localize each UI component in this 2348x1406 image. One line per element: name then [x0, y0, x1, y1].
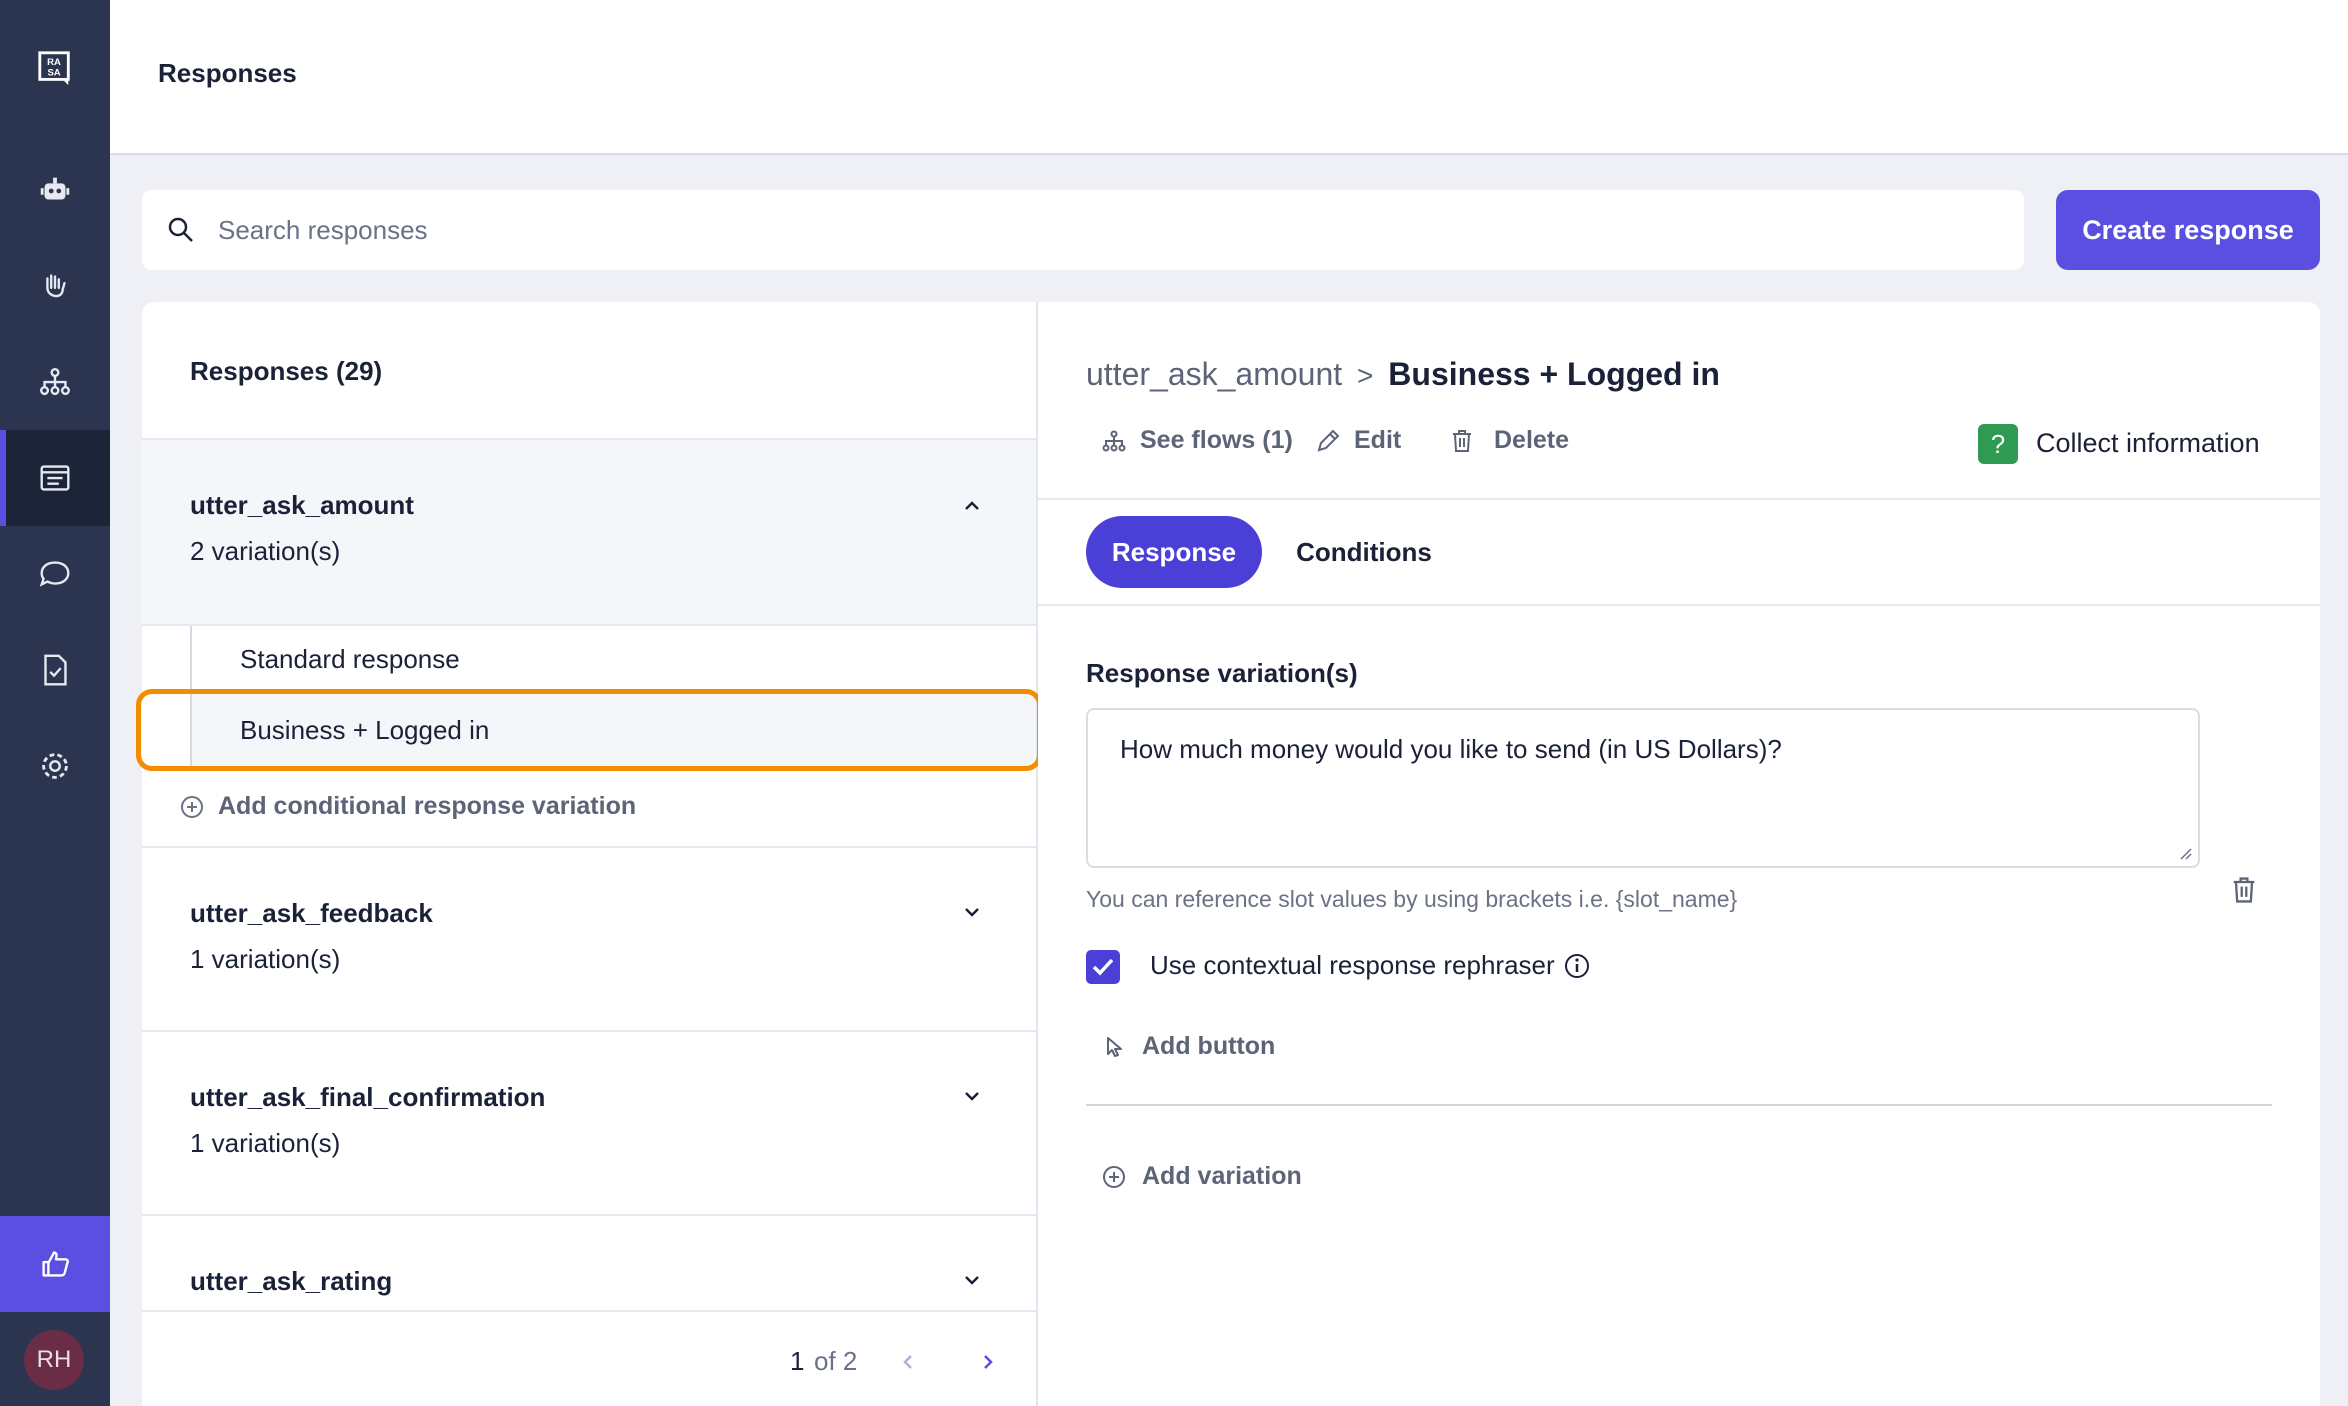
rasa-logo-icon: RA SA	[38, 51, 70, 86]
flows-icon	[1102, 430, 1126, 451]
collect-information-label: Collect information	[2036, 428, 2260, 458]
page-title: Responses	[158, 58, 297, 88]
response-detail-panel: utter_ask_amount > Business + Logged in …	[1038, 302, 2320, 1406]
chevron-right-icon[interactable]	[974, 1348, 1002, 1376]
rasa-logo[interactable]: RA SA	[0, 20, 110, 116]
sidebar: RA SA RH	[0, 0, 110, 1406]
response-name: utter_ask_final_confirmation	[190, 1082, 546, 1112]
check-icon	[1092, 958, 1114, 976]
add-button-label: Add button	[1142, 1032, 1276, 1060]
add-variation-link[interactable]: Add variation	[1100, 1162, 1302, 1191]
see-flows-label: See flows (1)	[1140, 426, 1293, 454]
trash-icon[interactable]	[2228, 874, 2260, 906]
edit-button[interactable]: Edit	[1314, 426, 1401, 455]
plus-circle-icon	[181, 795, 203, 818]
nav-tests[interactable]	[0, 622, 110, 718]
response-name: utter_ask_feedback	[190, 898, 433, 928]
list-heading: Responses (29)	[190, 356, 383, 386]
header	[110, 0, 2348, 155]
breadcrumb-parent[interactable]: utter_ask_amount	[1086, 356, 1342, 392]
svg-text:RA: RA	[47, 57, 61, 68]
nav-assistant[interactable]	[0, 142, 110, 238]
page-total: of 2	[814, 1346, 858, 1376]
response-textarea[interactable]: How much money would you like to send (i…	[1086, 708, 2200, 868]
chevron-left-icon[interactable]	[894, 1348, 922, 1376]
edit-label: Edit	[1354, 426, 1402, 454]
nav-responses[interactable]	[0, 430, 110, 526]
add-variation-label: Add variation	[1142, 1162, 1302, 1190]
delete-label: Delete	[1494, 426, 1570, 454]
svg-text:SA: SA	[47, 68, 60, 79]
chevron-up-icon[interactable]	[958, 492, 986, 520]
chevron-down-icon[interactable]	[958, 1266, 986, 1294]
pagination: 1 of 2	[142, 1310, 1036, 1406]
pencil-icon	[1317, 429, 1340, 451]
list-item[interactable]: utter_ask_final_confirmation 1 variation…	[142, 1032, 1036, 1214]
variation-count: 1 variation(s)	[190, 1128, 341, 1158]
hand-wave-icon	[46, 274, 66, 298]
cursor-pointer-icon	[1107, 1036, 1122, 1057]
chat-bubble-icon	[39, 561, 70, 587]
responses-icon	[40, 465, 70, 491]
chevron-down-icon[interactable]	[958, 898, 986, 926]
search-bar	[142, 190, 2024, 270]
create-response-button[interactable]: Create response	[2056, 190, 2320, 270]
plus-circle-icon	[1103, 1165, 1125, 1188]
nav-flows[interactable]	[0, 334, 110, 430]
breadcrumb: utter_ask_amount > Business + Logged in	[1086, 356, 1720, 393]
add-conditional-variation-link[interactable]: Add conditional response variation	[178, 792, 636, 821]
response-name: utter_ask_rating	[190, 1266, 393, 1296]
feedback-button[interactable]	[0, 1216, 110, 1312]
rephraser-label: Use contextual response rephraser	[1150, 950, 1555, 980]
list-item[interactable]: utter_ask_rating	[142, 1216, 1036, 1312]
delete-button[interactable]: Delete	[1448, 426, 1569, 455]
see-flows-button[interactable]: See flows (1)	[1100, 426, 1293, 455]
variation-count: 1 variation(s)	[190, 944, 341, 974]
gear-icon	[42, 753, 68, 779]
nav-intents[interactable]	[0, 238, 110, 334]
chevron-down-icon[interactable]	[958, 1082, 986, 1110]
selection-highlight	[136, 689, 1042, 771]
robot-icon	[40, 177, 70, 200]
search-icon	[168, 217, 193, 242]
add-conditional-variation-label: Add conditional response variation	[218, 792, 637, 820]
nav-conversations[interactable]	[0, 526, 110, 622]
variation-count: 2 variation(s)	[190, 536, 341, 566]
rephraser-checkbox[interactable]	[1086, 950, 1120, 984]
page-current: 1	[790, 1346, 805, 1376]
response-text: How much money would you like to send (i…	[1120, 734, 1782, 764]
trash-icon	[1453, 429, 1471, 452]
list-item[interactable]: utter_ask_amount 2 variation(s)	[142, 440, 1036, 624]
avatar[interactable]: RH	[24, 1330, 84, 1390]
info-icon[interactable]	[1563, 952, 1591, 980]
slot-hint: You can reference slot values by using b…	[1086, 886, 1738, 912]
sub-item-standard-response[interactable]: Standard response	[240, 644, 460, 675]
list-item[interactable]: utter_ask_feedback 1 variation(s)	[142, 848, 1036, 1030]
document-check-icon	[44, 654, 67, 686]
tab-response[interactable]: Response	[1086, 516, 1262, 588]
collect-information-icon: ?	[1978, 424, 2018, 464]
thumbs-up-icon	[42, 1251, 69, 1277]
tab-conditions[interactable]: Conditions	[1294, 516, 1434, 588]
section-title: Response variation(s)	[1086, 658, 1358, 688]
response-name: utter_ask_amount	[190, 490, 414, 520]
responses-list-panel: Responses (29) utter_ask_amount 2 variat…	[142, 302, 1038, 1406]
rephraser-row: Use contextual response rephraser	[1150, 950, 1591, 981]
nav-settings[interactable]	[0, 718, 110, 814]
breadcrumb-separator: >	[1357, 360, 1374, 391]
add-button-link[interactable]: Add button	[1100, 1032, 1275, 1061]
flows-icon	[40, 367, 70, 396]
breadcrumb-current: Business + Logged in	[1388, 356, 1720, 392]
resize-handle-icon[interactable]	[2176, 844, 2192, 860]
search-input[interactable]	[216, 213, 1920, 247]
